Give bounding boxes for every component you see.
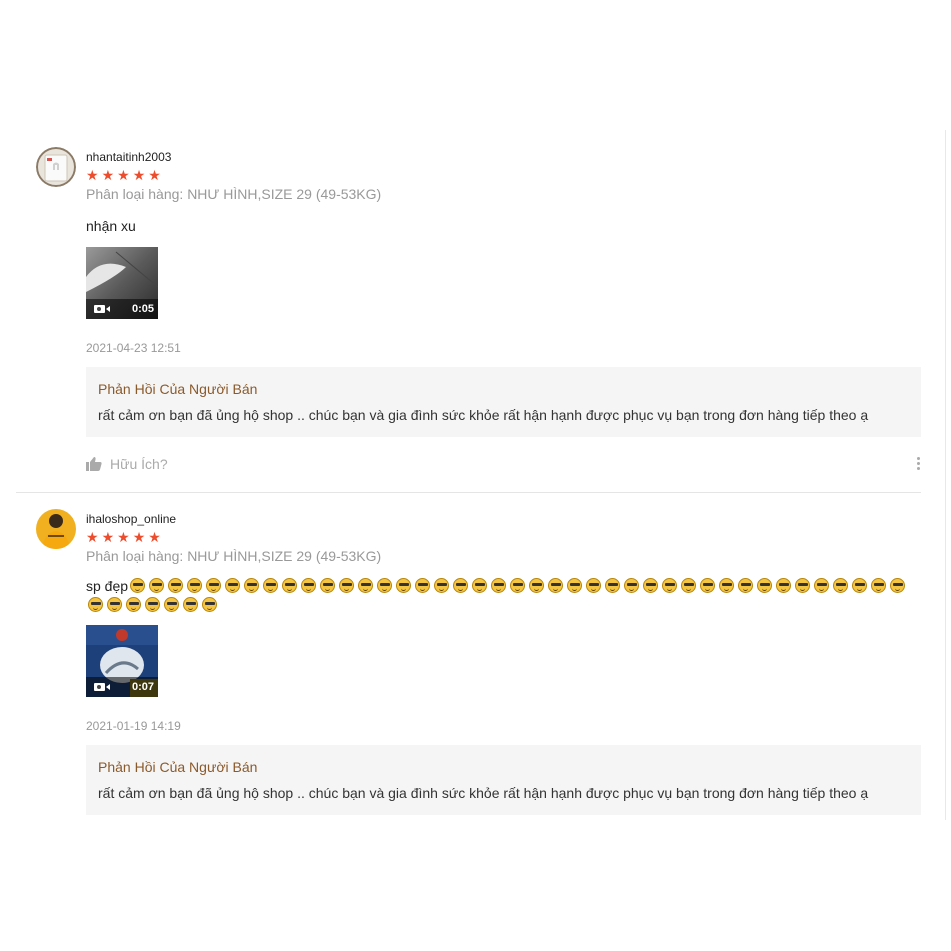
sunglasses-emoji — [145, 597, 160, 612]
sunglasses-emoji — [126, 597, 141, 612]
sunglasses-emoji — [852, 578, 868, 593]
sunglasses-emoji — [795, 578, 811, 593]
sunglasses-emoji — [263, 578, 279, 593]
sunglasses-emoji — [339, 578, 355, 593]
star-icon: ★ — [148, 529, 161, 545]
seller-reply-title: Phản Hồi Của Người Bán — [98, 381, 258, 397]
emoji-list — [86, 578, 907, 613]
sunglasses-emoji — [719, 578, 735, 593]
review-item: nhantaitinh2003 ★ ★ ★ ★ ★ Phân loại hàng… — [16, 0, 921, 492]
review-datetime: 2021-01-19 14:19 — [86, 719, 181, 733]
sunglasses-emoji — [149, 578, 165, 593]
review-video-thumbnail[interactable]: 0:05 — [86, 247, 158, 319]
sunglasses-emoji — [510, 578, 526, 593]
sunglasses-emoji — [548, 578, 564, 593]
seller-reply-text: rất cảm ơn bạn đã ủng hộ shop .. chúc bạ… — [98, 407, 869, 423]
video-camera-icon — [94, 683, 110, 691]
sunglasses-emoji — [871, 578, 887, 593]
sunglasses-emoji — [681, 578, 697, 593]
sunglasses-emoji — [814, 578, 830, 593]
sunglasses-emoji — [396, 578, 412, 593]
sunglasses-emoji — [567, 578, 583, 593]
sunglasses-emoji — [605, 578, 621, 593]
video-duration: 0:05 — [131, 303, 154, 315]
video-duration: 0:07 — [131, 681, 154, 693]
sunglasses-emoji — [107, 597, 122, 612]
sunglasses-emoji — [624, 578, 640, 593]
sunglasses-emoji — [187, 578, 203, 593]
sunglasses-emoji — [282, 578, 298, 593]
sunglasses-emoji — [358, 578, 374, 593]
review-video-thumbnail[interactable]: 0:07 — [86, 625, 158, 697]
sunglasses-emoji — [833, 578, 849, 593]
sunglasses-emoji — [168, 578, 184, 593]
sunglasses-emoji — [738, 578, 754, 593]
star-icon: ★ — [101, 529, 115, 545]
seller-reply: Phản Hồi Của Người Bán rất cảm ơn bạn đã… — [86, 367, 921, 437]
seller-reply: Phản Hồi Của Người Bán rất cảm ơn bạn đã… — [86, 745, 921, 815]
review-datetime: 2021-04-23 12:51 — [86, 341, 181, 355]
sunglasses-emoji — [202, 597, 217, 612]
sunglasses-emoji — [88, 597, 103, 612]
sunglasses-emoji — [586, 578, 602, 593]
star-icon: ★ — [101, 167, 115, 183]
seller-reply-text: rất cảm ơn bạn đã ủng hộ shop .. chúc bạ… — [98, 785, 869, 801]
avatar[interactable] — [36, 509, 76, 549]
star-icon: ★ — [86, 167, 99, 183]
sunglasses-emoji — [130, 578, 146, 593]
star-icon: ★ — [86, 529, 99, 545]
product-variation: Phân loại hàng: NHƯ HÌNH,SIZE 29 (49-53K… — [86, 548, 382, 564]
sunglasses-emoji — [415, 578, 431, 593]
video-info-bar: 0:07 — [86, 677, 158, 697]
video-info-bar: 0:05 — [86, 299, 158, 319]
star-icon: ★ — [132, 529, 146, 545]
sunglasses-emoji — [244, 578, 260, 593]
sunglasses-emoji — [434, 578, 450, 593]
sunglasses-emoji — [206, 578, 222, 593]
sunglasses-emoji — [183, 597, 198, 612]
right-border — [945, 130, 946, 820]
star-icon: ★ — [148, 167, 161, 183]
review-item: ihaloshop_online ★ ★ ★ ★ ★ Phân loại hàn… — [16, 493, 921, 823]
product-variation: Phân loại hàng: NHƯ HÌNH,SIZE 29 (49-53K… — [86, 186, 382, 202]
star-rating: ★ ★ ★ ★ ★ — [86, 529, 921, 545]
star-rating: ★ ★ ★ ★ ★ — [86, 167, 921, 183]
sunglasses-emoji — [700, 578, 716, 593]
sunglasses-emoji — [164, 597, 179, 612]
review-username[interactable]: nhantaitinh2003 — [86, 149, 921, 165]
review-content: ihaloshop_online ★ ★ ★ ★ ★ Phân loại hàn… — [86, 511, 921, 615]
review-username[interactable]: ihaloshop_online — [86, 511, 921, 527]
avatar-image — [36, 509, 76, 549]
sunglasses-emoji — [643, 578, 659, 593]
sunglasses-emoji — [529, 578, 545, 593]
sunglasses-emoji — [320, 578, 336, 593]
more-options-icon[interactable] — [917, 457, 921, 470]
seller-reply-title: Phản Hồi Của Người Bán — [98, 759, 258, 775]
sunglasses-emoji — [662, 578, 678, 593]
sunglasses-emoji — [890, 578, 906, 593]
avatar[interactable] — [36, 147, 76, 187]
video-camera-icon — [94, 305, 110, 313]
helpful-label: Hữu Ích? — [110, 456, 168, 472]
sunglasses-emoji — [301, 578, 317, 593]
thumbs-up-icon — [86, 457, 102, 471]
review-comment: sp đẹp — [86, 577, 921, 615]
sunglasses-emoji — [377, 578, 393, 593]
review-comment-text: sp đẹp — [86, 578, 129, 594]
avatar-image — [36, 147, 76, 187]
sunglasses-emoji — [491, 578, 507, 593]
star-icon: ★ — [117, 529, 130, 545]
sunglasses-emoji — [472, 578, 488, 593]
helpful-button[interactable]: Hữu Ích? — [86, 456, 168, 472]
star-icon: ★ — [117, 167, 130, 183]
review-comment: nhận xu — [86, 218, 136, 234]
sunglasses-emoji — [453, 578, 469, 593]
star-icon: ★ — [132, 167, 146, 183]
sunglasses-emoji — [776, 578, 792, 593]
review-content: nhantaitinh2003 ★ ★ ★ ★ ★ Phân loại hàng… — [86, 149, 921, 236]
sunglasses-emoji — [225, 578, 241, 593]
sunglasses-emoji — [757, 578, 773, 593]
